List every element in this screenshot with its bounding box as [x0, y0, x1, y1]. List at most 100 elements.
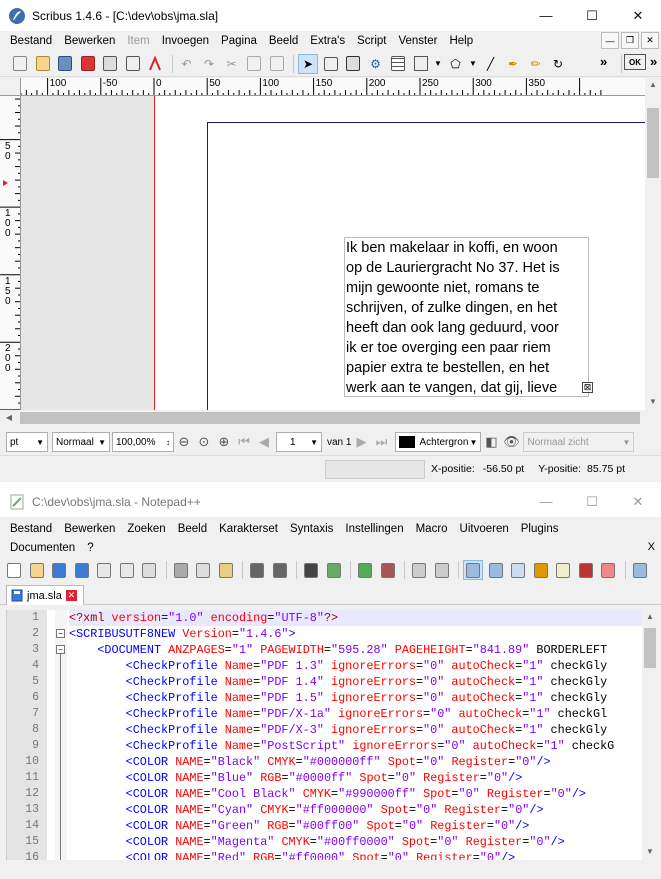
sync-vertical-icon[interactable]: [409, 560, 429, 580]
horizontal-ruler[interactable]: 100 -50 0 50 100 150 200 250 300 350: [21, 78, 645, 96]
scribus-titlebar[interactable]: Scribus 1.4.6 - [C:\dev\obs\jma.sla] — ☐…: [0, 0, 661, 31]
shape-tool-icon[interactable]: [411, 54, 431, 74]
menu-invoegen[interactable]: Invoegen: [156, 35, 215, 47]
menu-item[interactable]: Item: [121, 35, 155, 47]
redo-icon[interactable]: ↷: [199, 54, 219, 74]
vertical-scrollbar[interactable]: ▲ ▼: [645, 78, 661, 410]
code-editor[interactable]: 1 2 3 4 5 6 7 8 9 10 11 12 13 14 15 16 − − <?xml version…: [6, 610, 642, 860]
close-icon[interactable]: [94, 560, 114, 580]
minimize-button[interactable]: —: [523, 0, 569, 31]
menu-zoeken[interactable]: Zoeken: [121, 523, 171, 535]
menu-bestand[interactable]: Bestand: [4, 523, 58, 535]
horizontal-scrollbar[interactable]: ◀: [0, 410, 645, 426]
menu-beeld[interactable]: Beeld: [263, 35, 304, 47]
scroll-up-icon[interactable]: ▲: [643, 612, 657, 621]
print-icon[interactable]: [139, 560, 159, 580]
zoom-input[interactable]: 100,00% ↕: [112, 432, 174, 452]
menu-bewerken[interactable]: Bewerken: [58, 35, 121, 47]
select-tool-icon[interactable]: ➤: [298, 53, 318, 74]
scroll-up-icon[interactable]: ▲: [646, 80, 660, 89]
text-frame-tool-icon[interactable]: [321, 54, 341, 74]
tab-close-icon[interactable]: ✕: [65, 590, 77, 601]
menu-script[interactable]: Script: [351, 35, 392, 47]
sync-horizontal-icon[interactable]: [432, 560, 452, 580]
replace-icon[interactable]: [324, 560, 344, 580]
image-frame-tool-icon[interactable]: [343, 54, 363, 74]
export-pdf-icon[interactable]: [145, 54, 165, 74]
page-select[interactable]: 1 ▼: [276, 432, 322, 452]
bezier-tool-icon[interactable]: ✒: [503, 54, 523, 74]
save-icon[interactable]: [55, 54, 75, 74]
scroll-thumb[interactable]: [20, 412, 640, 424]
fold-toggle-icon[interactable]: −: [56, 645, 65, 654]
ruler-origin[interactable]: [0, 78, 21, 96]
mode-select[interactable]: Normaal ▼: [52, 432, 110, 452]
maximize-button[interactable]: ☐: [569, 0, 615, 31]
close-button[interactable]: ✕: [615, 486, 661, 517]
menu-documenten[interactable]: Documenten: [4, 542, 81, 554]
view-mode-select[interactable]: Normaal zicht ▼: [523, 432, 635, 452]
mdi-close-button[interactable]: ✕: [641, 32, 659, 49]
tab-jma-sla[interactable]: jma.sla ✕: [6, 585, 84, 605]
editor-vertical-scrollbar[interactable]: ▲ ▼: [642, 610, 658, 860]
folder-as-workspace-icon[interactable]: [598, 560, 618, 580]
menu-uitvoeren[interactable]: Uitvoeren: [454, 523, 515, 535]
paste-icon[interactable]: [216, 560, 236, 580]
layer-select[interactable]: Achtergron ▼: [395, 432, 482, 452]
zoom-out-icon[interactable]: [378, 560, 398, 580]
polygon-dropdown-icon[interactable]: ▼: [468, 54, 478, 74]
rotate-tool-icon[interactable]: ↻: [548, 54, 568, 74]
zoom-in-icon[interactable]: [355, 560, 375, 580]
zoom-in-icon[interactable]: ⊕: [214, 432, 234, 452]
menu-macro[interactable]: Macro: [410, 523, 454, 535]
print-icon[interactable]: [100, 54, 120, 74]
close-all-icon[interactable]: [117, 560, 137, 580]
monitoring-icon[interactable]: [630, 560, 650, 580]
copy-icon[interactable]: [244, 54, 264, 74]
menu-pagina[interactable]: Pagina: [215, 35, 263, 47]
menu-help[interactable]: ?: [81, 542, 99, 554]
fold-margin[interactable]: − −: [55, 610, 67, 860]
table-tool-icon[interactable]: [388, 54, 408, 74]
close-document-icon[interactable]: [78, 54, 98, 74]
minimize-button[interactable]: —: [523, 486, 569, 517]
menu-syntaxis[interactable]: Syntaxis: [284, 523, 339, 535]
scroll-thumb[interactable]: [644, 628, 656, 668]
polygon-tool-icon[interactable]: ⬠: [446, 54, 466, 74]
preflight-icon[interactable]: [123, 54, 143, 74]
zoom-out-icon[interactable]: ⊖: [174, 432, 194, 452]
menu-bestand[interactable]: Bestand: [4, 35, 58, 47]
render-frame-tool-icon[interactable]: ⚙: [366, 54, 386, 74]
cut-icon[interactable]: [171, 560, 191, 580]
word-wrap-icon[interactable]: [463, 560, 483, 580]
open-document-icon[interactable]: [33, 54, 53, 74]
mdi-restore-button[interactable]: ❐: [621, 32, 639, 49]
redo-icon[interactable]: [270, 560, 290, 580]
menu-help[interactable]: Help: [443, 35, 479, 47]
document-page[interactable]: Ik ben makelaar in koffi, en woon op de L…: [154, 96, 645, 410]
unit-select[interactable]: pt ▼: [6, 432, 48, 452]
scroll-thumb[interactable]: [647, 108, 659, 178]
first-page-icon[interactable]: ⏮: [234, 432, 254, 452]
new-file-icon[interactable]: [4, 560, 24, 580]
paste-icon[interactable]: [267, 54, 287, 74]
find-icon[interactable]: [301, 560, 321, 580]
menu-plugins[interactable]: Plugins: [515, 523, 565, 535]
menu-venster[interactable]: Venster: [392, 35, 443, 47]
show-all-chars-icon[interactable]: [486, 560, 506, 580]
function-list-icon[interactable]: [576, 560, 596, 580]
open-file-icon[interactable]: [27, 560, 47, 580]
previous-page-icon[interactable]: ◀: [254, 432, 274, 452]
freehand-tool-icon[interactable]: ✏: [526, 54, 546, 74]
scroll-down-icon[interactable]: ▼: [646, 397, 660, 406]
last-page-icon[interactable]: ⏭: [371, 432, 391, 452]
code-text[interactable]: <?xml version="1.0" encoding="UTF-8"?> <S…: [69, 610, 642, 860]
menu-karakterset[interactable]: Karakterset: [213, 523, 284, 535]
menu-extras[interactable]: Extra's: [304, 35, 351, 47]
text-overflow-icon[interactable]: ⊠: [582, 382, 593, 393]
line-tool-icon[interactable]: ╱: [481, 54, 501, 74]
close-button[interactable]: ✕: [615, 0, 661, 31]
eye-icon[interactable]: 👁: [501, 432, 521, 452]
undo-icon[interactable]: ↶: [177, 54, 197, 74]
maximize-button[interactable]: ☐: [569, 486, 615, 517]
